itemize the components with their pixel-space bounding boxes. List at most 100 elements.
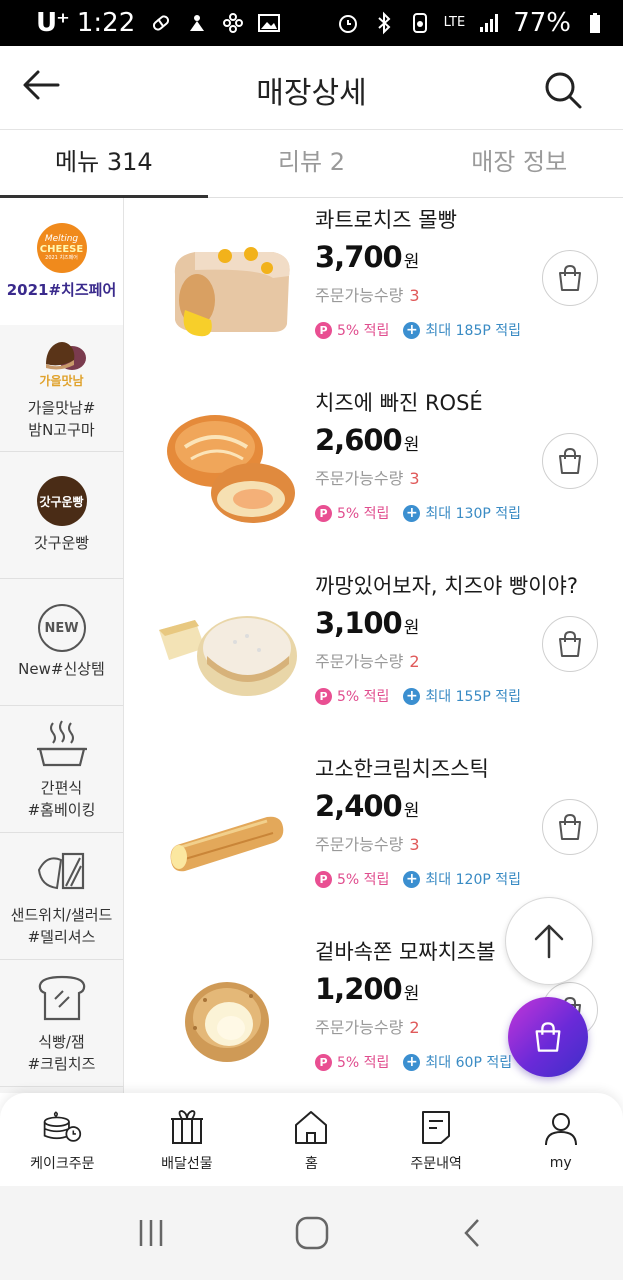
category-sandwich-salad[interactable]: 샌드위치/샐러드 #델리셔스 [0,833,123,960]
max-point-text: 최대 120P 적립 [425,872,522,888]
plus-icon: + [403,504,421,522]
category-label: 간편식 #홈베이킹 [27,779,96,819]
point-rate-badge: P 5% 적립 [315,869,389,889]
category-cheese-fair[interactable]: Melting CHEESE 2021 치즈페어 2021#치즈페어 [0,198,123,325]
available-quantity: 주문가능수량 3 [315,465,420,489]
product-price: 3,100 원 [315,606,420,640]
product-image [174,247,290,337]
home-circle-icon [295,1216,328,1250]
logo-text-fair: 2021 치즈페어 [45,254,78,261]
nav-my[interactable]: my [498,1093,623,1186]
add-to-cart-button[interactable] [542,799,598,855]
tab-reviews[interactable]: 리뷰 2 [208,131,416,197]
battery-icon [590,13,600,33]
price-value: 2,400 [315,789,403,823]
nav-label: 케이크주문 [30,1155,95,1172]
new-icon-text: NEW [44,620,79,636]
shopping-bag-icon [559,447,581,474]
tab-menu[interactable]: 메뉴 314 [0,131,208,198]
app-header: 매장상세 [0,46,623,130]
available-quantity: 주문가능수량 2 [315,1014,420,1038]
add-to-cart-button[interactable] [542,433,598,489]
person-icon [541,1109,581,1149]
category-bread-jam[interactable]: 식빵/잼 #크림치즈 [0,960,123,1087]
product-image [167,415,295,523]
recent-apps-icon [139,1220,162,1246]
home-system-button[interactable] [290,1211,334,1255]
product-item[interactable]: 콰트로치즈 몰빵 3,700 원 주문가능수량 3 P 5% 적립 + 최대 185P … [125,198,623,381]
product-name: 겉바속쫀 모짜치즈볼 [315,940,496,964]
alarm-icon [338,15,357,33]
cart-button[interactable] [508,997,588,1077]
available-quantity: 주문가능수량 2 [315,648,420,672]
available-quantity: 주문가능수량 3 [315,831,420,855]
add-to-cart-button[interactable] [542,250,598,306]
fresh-baked-icon-text: 갓구운빵 [39,494,84,509]
point-p-icon: P [315,1053,332,1071]
nav-cake-order[interactable]: 케이크주문 [0,1093,125,1186]
avail-qty: 3 [409,835,420,854]
max-point-badge: + 최대 120P 적립 [403,869,521,889]
category-autumn-chestnut[interactable]: 가을맛남 가을맛남# 밤N고구마 [0,325,123,452]
max-point-text: 최대 60P 적립 [425,1055,513,1071]
point-p-icon: P [315,870,332,888]
max-point-badge: + 최대 155P 적립 [403,686,521,706]
category-sidebar: Melting CHEESE 2021 치즈페어 2021#치즈페어 가을맛남 … [0,198,124,1093]
status-time: 1:22 [76,8,136,38]
category-label: 2021#치즈페어 [6,280,117,299]
plus-icon: + [403,870,421,888]
gift-box-icon [167,1107,207,1147]
price-currency: 원 [403,618,420,638]
price-value: 3,700 [315,240,403,274]
page-title: 매장상세 [256,76,367,111]
nav-order-history[interactable]: 주문내역 [374,1093,499,1186]
category-easy-meal[interactable]: 간편식 #홈베이킹 [0,706,123,833]
point-p-icon: P [315,504,332,522]
recent-apps-button[interactable] [129,1211,173,1255]
nav-label: my [549,1154,572,1171]
available-quantity: 주문가능수량 3 [315,282,420,306]
bread-loaf-icon [35,971,89,1025]
category-new[interactable]: NEW New#신상템 [0,579,123,706]
max-point-text: 최대 155P 적립 [425,689,522,705]
point-info: P 5% 적립 + 최대 120P 적립 [315,869,521,889]
logo-text-melting: Melting [44,233,79,244]
price-currency: 원 [403,984,420,1004]
product-price: 2,600 원 [315,423,419,457]
search-button[interactable] [541,68,585,112]
battery-percent: 77% [513,8,571,38]
max-point-badge: + 최대 130P 적립 [403,503,521,523]
price-value: 2,600 [315,423,403,457]
avail-label: 주문가능수량 [315,835,404,854]
order-list-icon [416,1107,456,1147]
nav-delivery-gift[interactable]: 배달선물 [125,1093,250,1186]
melting-cheese-logo: Melting CHEESE 2021 치즈페어 [36,222,87,273]
product-price: 1,200 원 [315,972,420,1006]
game-icon [190,15,205,31]
back-system-button[interactable] [451,1211,495,1255]
point-info: P 5% 적립 + 최대 60P 적립 [315,1052,512,1072]
logo-text-cheese: CHEESE [39,243,84,255]
nav-label: 주문내역 [410,1155,462,1172]
point-rate-text: 5% 적립 [337,689,390,705]
shopping-bag-icon [559,630,581,657]
data-saver-icon [412,13,427,33]
avail-qty: 2 [409,652,420,671]
status-bar: U⁺ 1:22 LTE 77% [0,0,623,46]
tab-store-info[interactable]: 매장 정보 [415,131,623,197]
max-point-badge: + 최대 60P 적립 [403,1052,512,1072]
scroll-top-button[interactable] [505,897,593,985]
price-value: 1,200 [315,972,403,1006]
bluetooth-icon [377,11,391,35]
nav-label: 배달선물 [161,1155,213,1172]
nav-home[interactable]: 홈 [249,1093,374,1186]
avail-label: 주문가능수량 [315,1018,404,1037]
product-item[interactable]: 까망있어보자, 치즈야 빵이야? 3,100 원 주문가능수량 2 P 5% 적립 +… [125,564,623,747]
chevron-left-icon [463,1219,479,1247]
product-item[interactable]: 치즈에 빠진 ROSÉ 2,600 원 주문가능수량 3 P 5% 적립 + 최대 13… [125,381,623,564]
category-fresh-baked[interactable]: 갓구운빵 갓구운빵 [0,452,123,579]
nav-label: 홈 [305,1155,318,1172]
avail-qty: 3 [409,469,420,488]
chestnut-icon-text: 가을맛남 [39,374,84,388]
add-to-cart-button[interactable] [542,616,598,672]
